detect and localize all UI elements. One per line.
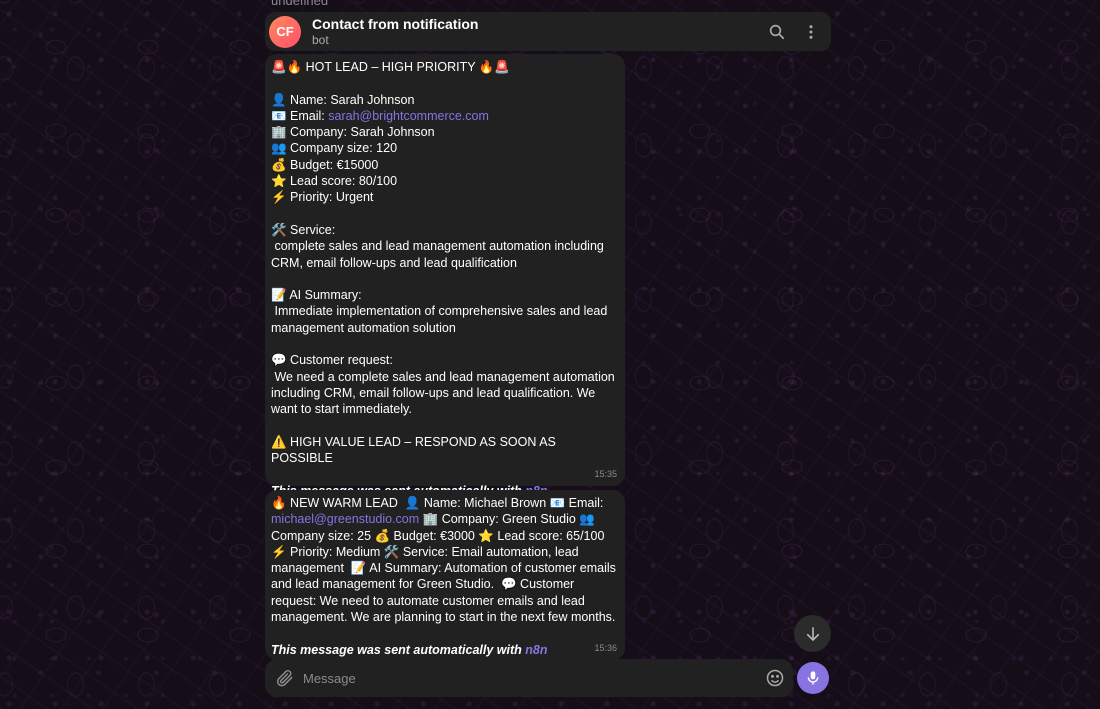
message-bubble[interactable]: 🚨🔥 HOT LEAD – HIGH PRIORITY 🔥🚨 👤 Name: S… — [265, 54, 625, 498]
message-text: 🚨🔥 HOT LEAD – HIGH PRIORITY 🔥🚨 👤 Name: S… — [271, 60, 615, 466]
n8n-link[interactable]: n8n — [525, 643, 547, 657]
message-composer[interactable] — [265, 659, 793, 697]
chat-title: Contact from notification — [312, 15, 479, 32]
avatar[interactable]: CF — [269, 15, 301, 48]
previous-message-fragment: undefined — [271, 0, 329, 8]
paperclip-icon[interactable] — [267, 660, 303, 696]
chat-header[interactable]: CF Contact from notification bot — [265, 12, 831, 51]
auto-sent-note: This message was sent automatically with… — [271, 642, 548, 657]
arrow-down-icon — [806, 626, 819, 641]
chat-title-block[interactable]: Contact from notification bot — [312, 16, 760, 48]
message-bubble[interactable]: 🔥 NEW WARM LEAD 👤 Name: Michael Brown 📧 … — [265, 490, 625, 660]
scroll-down-button[interactable] — [794, 615, 831, 652]
email-link[interactable]: michael@greenstudio.com — [271, 512, 419, 526]
chat-subtitle: bot — [312, 32, 329, 47]
message-time: 15:35 — [594, 468, 617, 479]
message-text: 🔥 NEW WARM LEAD 👤 Name: Michael Brown 📧 … — [271, 496, 620, 625]
search-icon[interactable] — [760, 15, 794, 49]
microphone-icon — [807, 671, 819, 685]
more-vertical-icon[interactable] — [794, 15, 828, 49]
email-link[interactable]: sarah@brightcommerce.com — [328, 109, 489, 123]
message-time: 15:36 — [594, 642, 617, 653]
message-input[interactable] — [303, 670, 757, 686]
microphone-button[interactable] — [797, 662, 829, 694]
smiley-icon[interactable] — [757, 660, 793, 696]
